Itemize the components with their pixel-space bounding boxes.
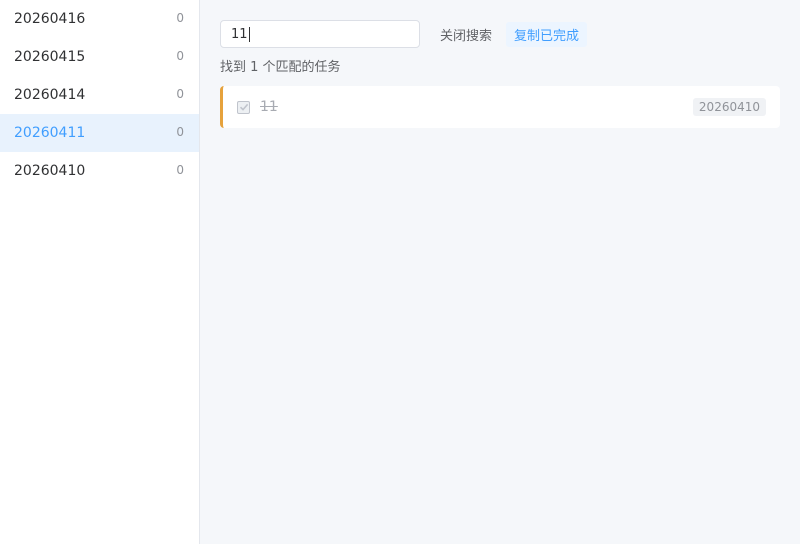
sidebar-item-date: 20260416	[14, 11, 86, 27]
search-toolbar: 11 关闭搜索 复制已完成	[220, 20, 780, 48]
sidebar-item-20260411[interactable]: 20260411 0	[0, 114, 199, 152]
check-icon	[239, 103, 248, 111]
sidebar-item-count: 0	[176, 163, 184, 177]
search-input-value: 11	[231, 26, 248, 42]
date-sidebar: 20260416 0 20260415 0 20260414 0 2026041…	[0, 0, 200, 544]
sidebar-item-date: 20260414	[14, 87, 86, 103]
sidebar-item-count: 0	[176, 87, 184, 101]
task-checkbox[interactable]	[237, 100, 250, 114]
sidebar-item-date: 20260410	[14, 163, 86, 179]
sidebar-item-date: 20260415	[14, 49, 86, 65]
main-panel: 11 关闭搜索 复制已完成 找到 1 个匹配的任务 11 20260410	[200, 0, 800, 544]
text-caret	[248, 26, 250, 42]
copy-completed-button[interactable]: 复制已完成	[506, 21, 588, 47]
sidebar-item-20260416[interactable]: 20260416 0	[0, 0, 199, 38]
task-date-tag: 20260410	[692, 98, 766, 116]
task-text: 11	[260, 99, 278, 115]
sidebar-item-count: 0	[176, 11, 184, 25]
sidebar-item-count: 0	[176, 49, 184, 63]
search-result-count: 找到 1 个匹配的任务	[220, 60, 341, 75]
sidebar-item-20260410[interactable]: 20260410 0	[0, 152, 199, 190]
sidebar-item-date: 20260411	[14, 125, 86, 141]
app-window: 20260416 0 20260415 0 20260414 0 2026041…	[0, 0, 800, 544]
sidebar-item-count: 0	[176, 125, 184, 139]
task-item[interactable]: 11 20260410	[220, 86, 780, 128]
close-search-button[interactable]: 关闭搜索	[440, 25, 492, 44]
sidebar-item-20260415[interactable]: 20260415 0	[0, 38, 199, 76]
sidebar-item-20260414[interactable]: 20260414 0	[0, 76, 199, 114]
search-input[interactable]: 11	[220, 20, 420, 48]
